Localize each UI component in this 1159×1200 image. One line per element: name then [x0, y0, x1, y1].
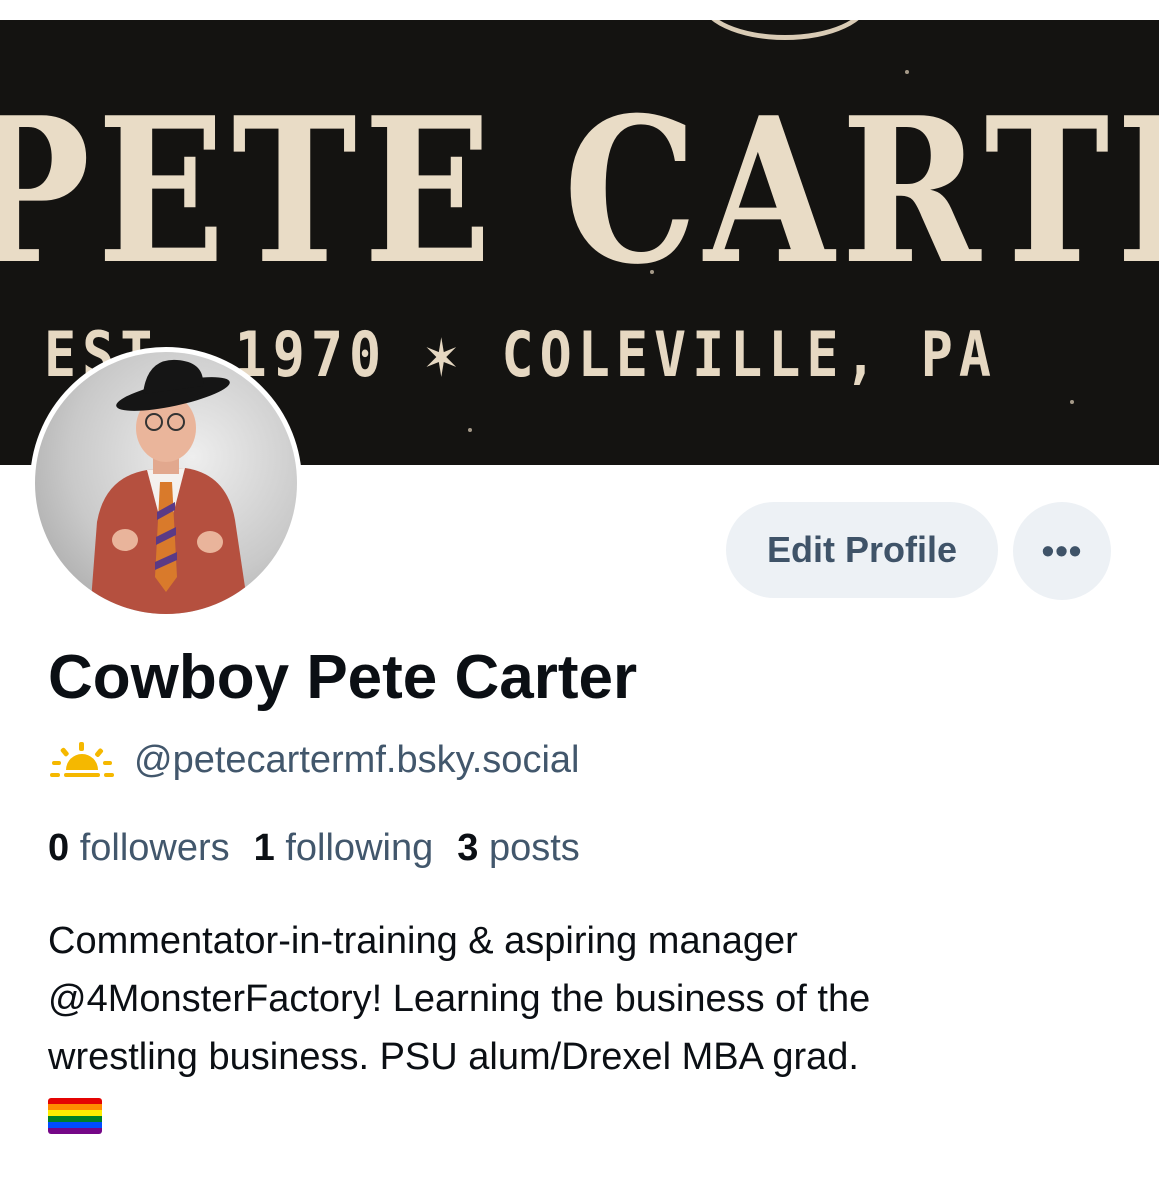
avatar-photo — [90, 359, 249, 614]
posts-stat: 3 posts — [457, 827, 580, 870]
banner-title: PETE CARTER — [0, 74, 1159, 309]
profile-page: PETE CARTER EST. 1970 ✶ COLEVILLE, PA — [0, 0, 1159, 1200]
bio-line: Commentator-in-training & aspiring manag… — [48, 920, 798, 962]
followers-label: followers — [79, 826, 230, 869]
rainbow-flag-icon — [48, 1098, 102, 1134]
display-name: Cowboy Pete Carter — [48, 643, 638, 712]
banner-speck — [650, 270, 654, 274]
handle[interactable]: @petecartermf.bsky.social — [134, 739, 579, 782]
banner-speck — [468, 428, 472, 432]
banner-speck — [905, 70, 909, 74]
following-count: 1 — [253, 826, 275, 869]
avatar[interactable] — [30, 347, 302, 619]
profile-bio: Commentator-in-training & aspiring manag… — [48, 912, 1128, 1134]
posts-count: 3 — [457, 826, 479, 869]
banner-decoration — [700, 20, 870, 40]
handle-row: @petecartermf.bsky.social — [48, 735, 579, 785]
sunrise-icon — [50, 742, 114, 777]
followers-link[interactable]: 0 followers — [48, 827, 230, 870]
bio-line: @4MonsterFactory! Learning the business … — [48, 978, 871, 1020]
following-label: following — [285, 826, 434, 869]
posts-label: posts — [488, 826, 580, 869]
following-link[interactable]: 1 following — [254, 827, 434, 870]
ellipsis-icon: ••• — [1041, 530, 1083, 571]
profile-stats: 0 followers 1 following 3 posts — [48, 823, 604, 873]
followers-count: 0 — [48, 826, 70, 869]
bio-line: wrestling business. PSU alum/Drexel MBA … — [48, 1036, 859, 1078]
banner-speck — [1070, 400, 1074, 404]
more-options-button[interactable]: ••• — [1013, 502, 1111, 600]
edit-profile-button[interactable]: Edit Profile — [726, 502, 998, 598]
